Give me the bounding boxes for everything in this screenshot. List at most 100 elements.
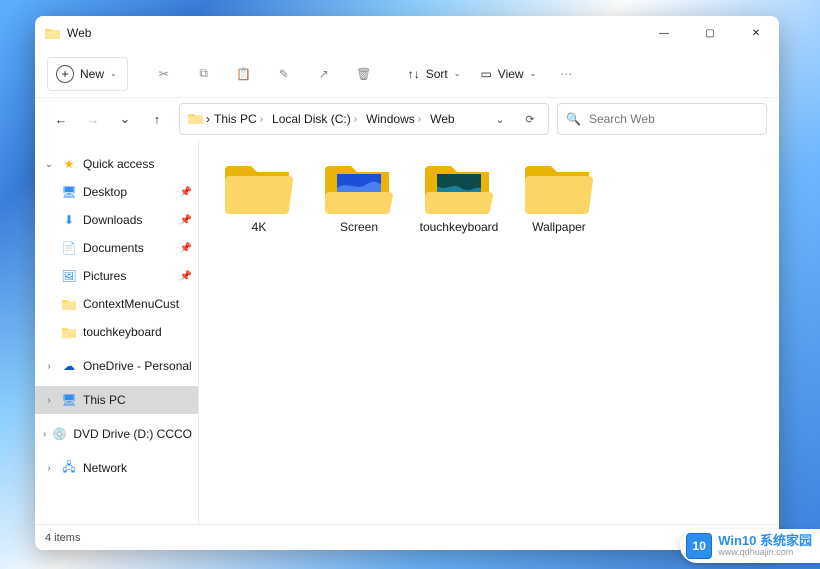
document-icon: 📄 (61, 240, 77, 256)
breadcrumb[interactable]: This PC› (212, 110, 268, 128)
sidebar-item-contextmenu[interactable]: ContextMenuCust (35, 290, 198, 318)
folder-icon (61, 296, 77, 312)
chevron-right-icon: › (206, 112, 210, 126)
folder-icon (45, 25, 61, 41)
address-bar[interactable]: › This PC› Local Disk (C:)› Windows› Web… (179, 103, 549, 135)
content-pane[interactable]: 4K Screen touchkeyboard Wallpaper (199, 140, 779, 524)
watermark-badge: 10 (686, 533, 712, 559)
sidebar-item-network[interactable]: › 🖧 Network (35, 454, 198, 482)
sidebar-item-dvd[interactable]: › 💿 DVD Drive (D:) CCCO (35, 420, 198, 448)
close-button[interactable]: ✕ (733, 17, 779, 49)
address-row: ← → ⌄ ↑ › This PC› Local Disk (C:)› Wind… (35, 98, 779, 140)
maximize-button[interactable]: ▢ (687, 17, 733, 49)
picture-icon: 🖼 (61, 268, 77, 284)
folder-icon (423, 158, 495, 214)
plus-icon: + (56, 65, 74, 83)
minimize-button[interactable]: — (641, 17, 687, 49)
sidebar-item-documents[interactable]: 📄 Documents 📌 (35, 234, 198, 262)
watermark-sub: www.qdhuajin.com (718, 548, 812, 558)
paste-button[interactable]: 📋 (226, 57, 262, 91)
view-icon: ▭ (480, 67, 491, 81)
search-box[interactable]: 🔍 (557, 103, 767, 135)
sidebar-item-quick-access[interactable]: ⌄ ★ Quick access (35, 150, 198, 178)
back-button[interactable]: ← (47, 105, 75, 133)
more-button[interactable]: ⋯ (548, 57, 584, 91)
chevron-right-icon: › (43, 463, 55, 474)
sidebar-item-label: Downloads (83, 213, 142, 227)
folder-icon (323, 158, 395, 214)
cut-button[interactable]: ✂ (146, 57, 182, 91)
folder-icon (523, 158, 595, 214)
sidebar-item-label: OneDrive - Personal (83, 359, 192, 373)
sidebar-item-label: Desktop (83, 185, 127, 199)
folder-name: touchkeyboard (420, 220, 499, 234)
view-button[interactable]: ▭ View ⌄ (472, 57, 544, 91)
breadcrumb[interactable]: Windows› (364, 110, 426, 128)
chevron-right-icon: › (43, 429, 46, 440)
folder-icon (223, 158, 295, 214)
sidebar-item-label: Quick access (83, 157, 154, 171)
network-icon: 🖧 (61, 460, 77, 476)
share-button[interactable]: ↗ (306, 57, 342, 91)
refresh-button[interactable]: ⟳ (518, 113, 542, 126)
sidebar-item-desktop[interactable]: 🖥 Desktop 📌 (35, 178, 198, 206)
copy-button[interactable]: ⧉ (186, 57, 222, 91)
pin-icon: 📌 (180, 271, 192, 282)
pin-icon: 📌 (180, 187, 192, 198)
watermark-main: Win10 系统家园 (718, 534, 812, 548)
view-label: View (498, 67, 524, 81)
sidebar-item-label: Pictures (83, 269, 126, 283)
sidebar-item-label: touchkeyboard (83, 325, 162, 339)
new-button-label: New (80, 67, 104, 81)
sort-label: Sort (426, 67, 448, 81)
sidebar-item-label: ContextMenuCust (83, 297, 179, 311)
folder-name: Wallpaper (532, 220, 586, 234)
pin-icon: 📌 (180, 243, 192, 254)
folder-name: 4K (252, 220, 267, 234)
item-count: 4 items (45, 532, 80, 544)
forward-button[interactable]: → (79, 105, 107, 133)
chevron-right-icon: › (43, 395, 55, 406)
chevron-down-icon: ⌄ (530, 69, 537, 78)
cloud-icon: ☁ (61, 358, 77, 374)
breadcrumb[interactable]: Web (428, 110, 456, 128)
folder-tile[interactable]: Screen (309, 154, 409, 260)
command-bar: + New ⌄ ✂ ⧉ 📋 ✎ ↗ 🗑 ↑↓ Sort ⌄ ▭ View ⌄ ⋯ (35, 50, 779, 98)
folder-icon (61, 324, 77, 340)
folder-tile[interactable]: Wallpaper (509, 154, 609, 260)
sidebar-item-label: Documents (83, 241, 144, 255)
pin-icon: 📌 (180, 215, 192, 226)
sidebar-item-label: Network (83, 461, 127, 475)
sort-icon: ↑↓ (408, 67, 420, 81)
folder-tile[interactable]: touchkeyboard (409, 154, 509, 260)
sort-button[interactable]: ↑↓ Sort ⌄ (400, 57, 469, 91)
download-icon: ⬇ (61, 212, 77, 228)
folder-tile[interactable]: 4K (209, 154, 309, 260)
sidebar-item-pictures[interactable]: 🖼 Pictures 📌 (35, 262, 198, 290)
sidebar-item-touchkeyboard[interactable]: touchkeyboard (35, 318, 198, 346)
breadcrumb[interactable]: Local Disk (C:)› (270, 110, 362, 128)
watermark: 10 Win10 系统家园 www.qdhuajin.com (680, 529, 820, 563)
sidebar-item-this-pc[interactable]: › 🖥 This PC (35, 386, 198, 414)
chevron-right-icon: › (43, 361, 55, 372)
search-input[interactable] (589, 112, 758, 126)
watermark-text: Win10 系统家园 www.qdhuajin.com (718, 534, 812, 558)
status-bar: 4 items (35, 524, 779, 550)
sidebar-item-label: DVD Drive (D:) CCCO (73, 427, 192, 441)
rename-button[interactable]: ✎ (266, 57, 302, 91)
title-bar[interactable]: Web — ▢ ✕ (35, 16, 779, 50)
chevron-down-icon: ⌄ (43, 159, 55, 170)
sidebar-item-downloads[interactable]: ⬇ Downloads 📌 (35, 206, 198, 234)
address-dropdown-button[interactable]: ⌄ (488, 113, 512, 126)
explorer-body: ⌄ ★ Quick access 🖥 Desktop 📌 ⬇ Downloads… (35, 140, 779, 524)
chevron-down-icon: ⌄ (454, 69, 461, 78)
delete-button[interactable]: 🗑 (346, 57, 382, 91)
title-bar-left: Web (45, 25, 91, 41)
recent-locations-button[interactable]: ⌄ (111, 105, 139, 133)
up-button[interactable]: ↑ (143, 105, 171, 133)
sidebar-item-onedrive[interactable]: › ☁ OneDrive - Personal (35, 352, 198, 380)
folder-icon (188, 110, 204, 129)
search-icon: 🔍 (566, 112, 581, 126)
navigation-pane: ⌄ ★ Quick access 🖥 Desktop 📌 ⬇ Downloads… (35, 140, 199, 524)
new-button[interactable]: + New ⌄ (47, 57, 128, 91)
